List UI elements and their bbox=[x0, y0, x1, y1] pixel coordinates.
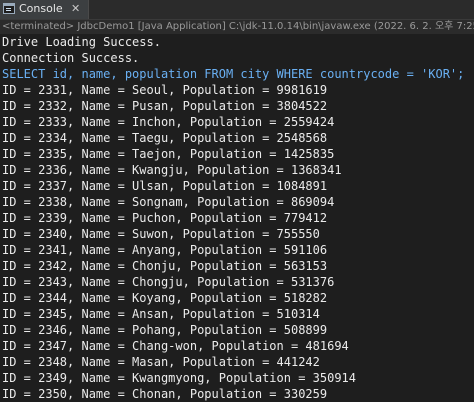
console-output[interactable]: Drive Loading Success. Connection Succes… bbox=[0, 34, 474, 402]
console-row: ID = 2348, Name = Masan, Population = 44… bbox=[2, 355, 320, 369]
console-row: ID = 2335, Name = Taejon, Population = 1… bbox=[2, 147, 335, 161]
sql-query-line: SELECT id, name, population FROM city WH… bbox=[2, 67, 465, 81]
console-row: ID = 2337, Name = Ulsan, Population = 10… bbox=[2, 179, 328, 193]
tab-console[interactable]: Console ✕ bbox=[0, 0, 89, 19]
console-row: ID = 2338, Name = Songnam, Population = … bbox=[2, 195, 335, 209]
console-row: ID = 2343, Name = Chongju, Population = … bbox=[2, 275, 335, 289]
console-row: ID = 2346, Name = Pohang, Population = 5… bbox=[2, 323, 328, 337]
console-row: ID = 2334, Name = Taegu, Population = 25… bbox=[2, 131, 328, 145]
console-message: Drive Loading Success. bbox=[2, 35, 161, 49]
console-row: ID = 2342, Name = Chonju, Population = 5… bbox=[2, 259, 328, 273]
console-row: ID = 2336, Name = Kwangju, Population = … bbox=[2, 163, 342, 177]
launch-status-line: <terminated> JdbcDemo1 [Java Application… bbox=[0, 20, 474, 34]
close-icon[interactable]: ✕ bbox=[71, 1, 80, 16]
result-rows: ID = 2331, Name = Seoul, Population = 99… bbox=[2, 82, 474, 402]
tab-console-label: Console bbox=[19, 2, 63, 15]
console-row: ID = 2344, Name = Koyang, Population = 5… bbox=[2, 291, 328, 305]
view-tab-bar: Console ✕ bbox=[0, 0, 474, 20]
console-row: ID = 2347, Name = Chang-won, Population … bbox=[2, 339, 349, 353]
console-row: ID = 2332, Name = Pusan, Population = 38… bbox=[2, 99, 328, 113]
console-row: ID = 2345, Name = Ansan, Population = 51… bbox=[2, 307, 320, 321]
console-row: ID = 2340, Name = Suwon, Population = 75… bbox=[2, 227, 320, 241]
console-message: Connection Success. bbox=[2, 51, 140, 65]
console-window: Console ✕ <terminated> JdbcDemo1 [Java A… bbox=[0, 0, 474, 402]
console-row: ID = 2339, Name = Puchon, Population = 7… bbox=[2, 211, 328, 225]
console-row: ID = 2333, Name = Inchon, Population = 2… bbox=[2, 115, 335, 129]
console-row: ID = 2331, Name = Seoul, Population = 99… bbox=[2, 83, 328, 97]
console-row: ID = 2349, Name = Kwangmyong, Population… bbox=[2, 371, 357, 385]
console-icon bbox=[3, 3, 15, 14]
console-row: ID = 2350, Name = Chonan, Population = 3… bbox=[2, 387, 328, 401]
console-row: ID = 2341, Name = Anyang, Population = 5… bbox=[2, 243, 328, 257]
